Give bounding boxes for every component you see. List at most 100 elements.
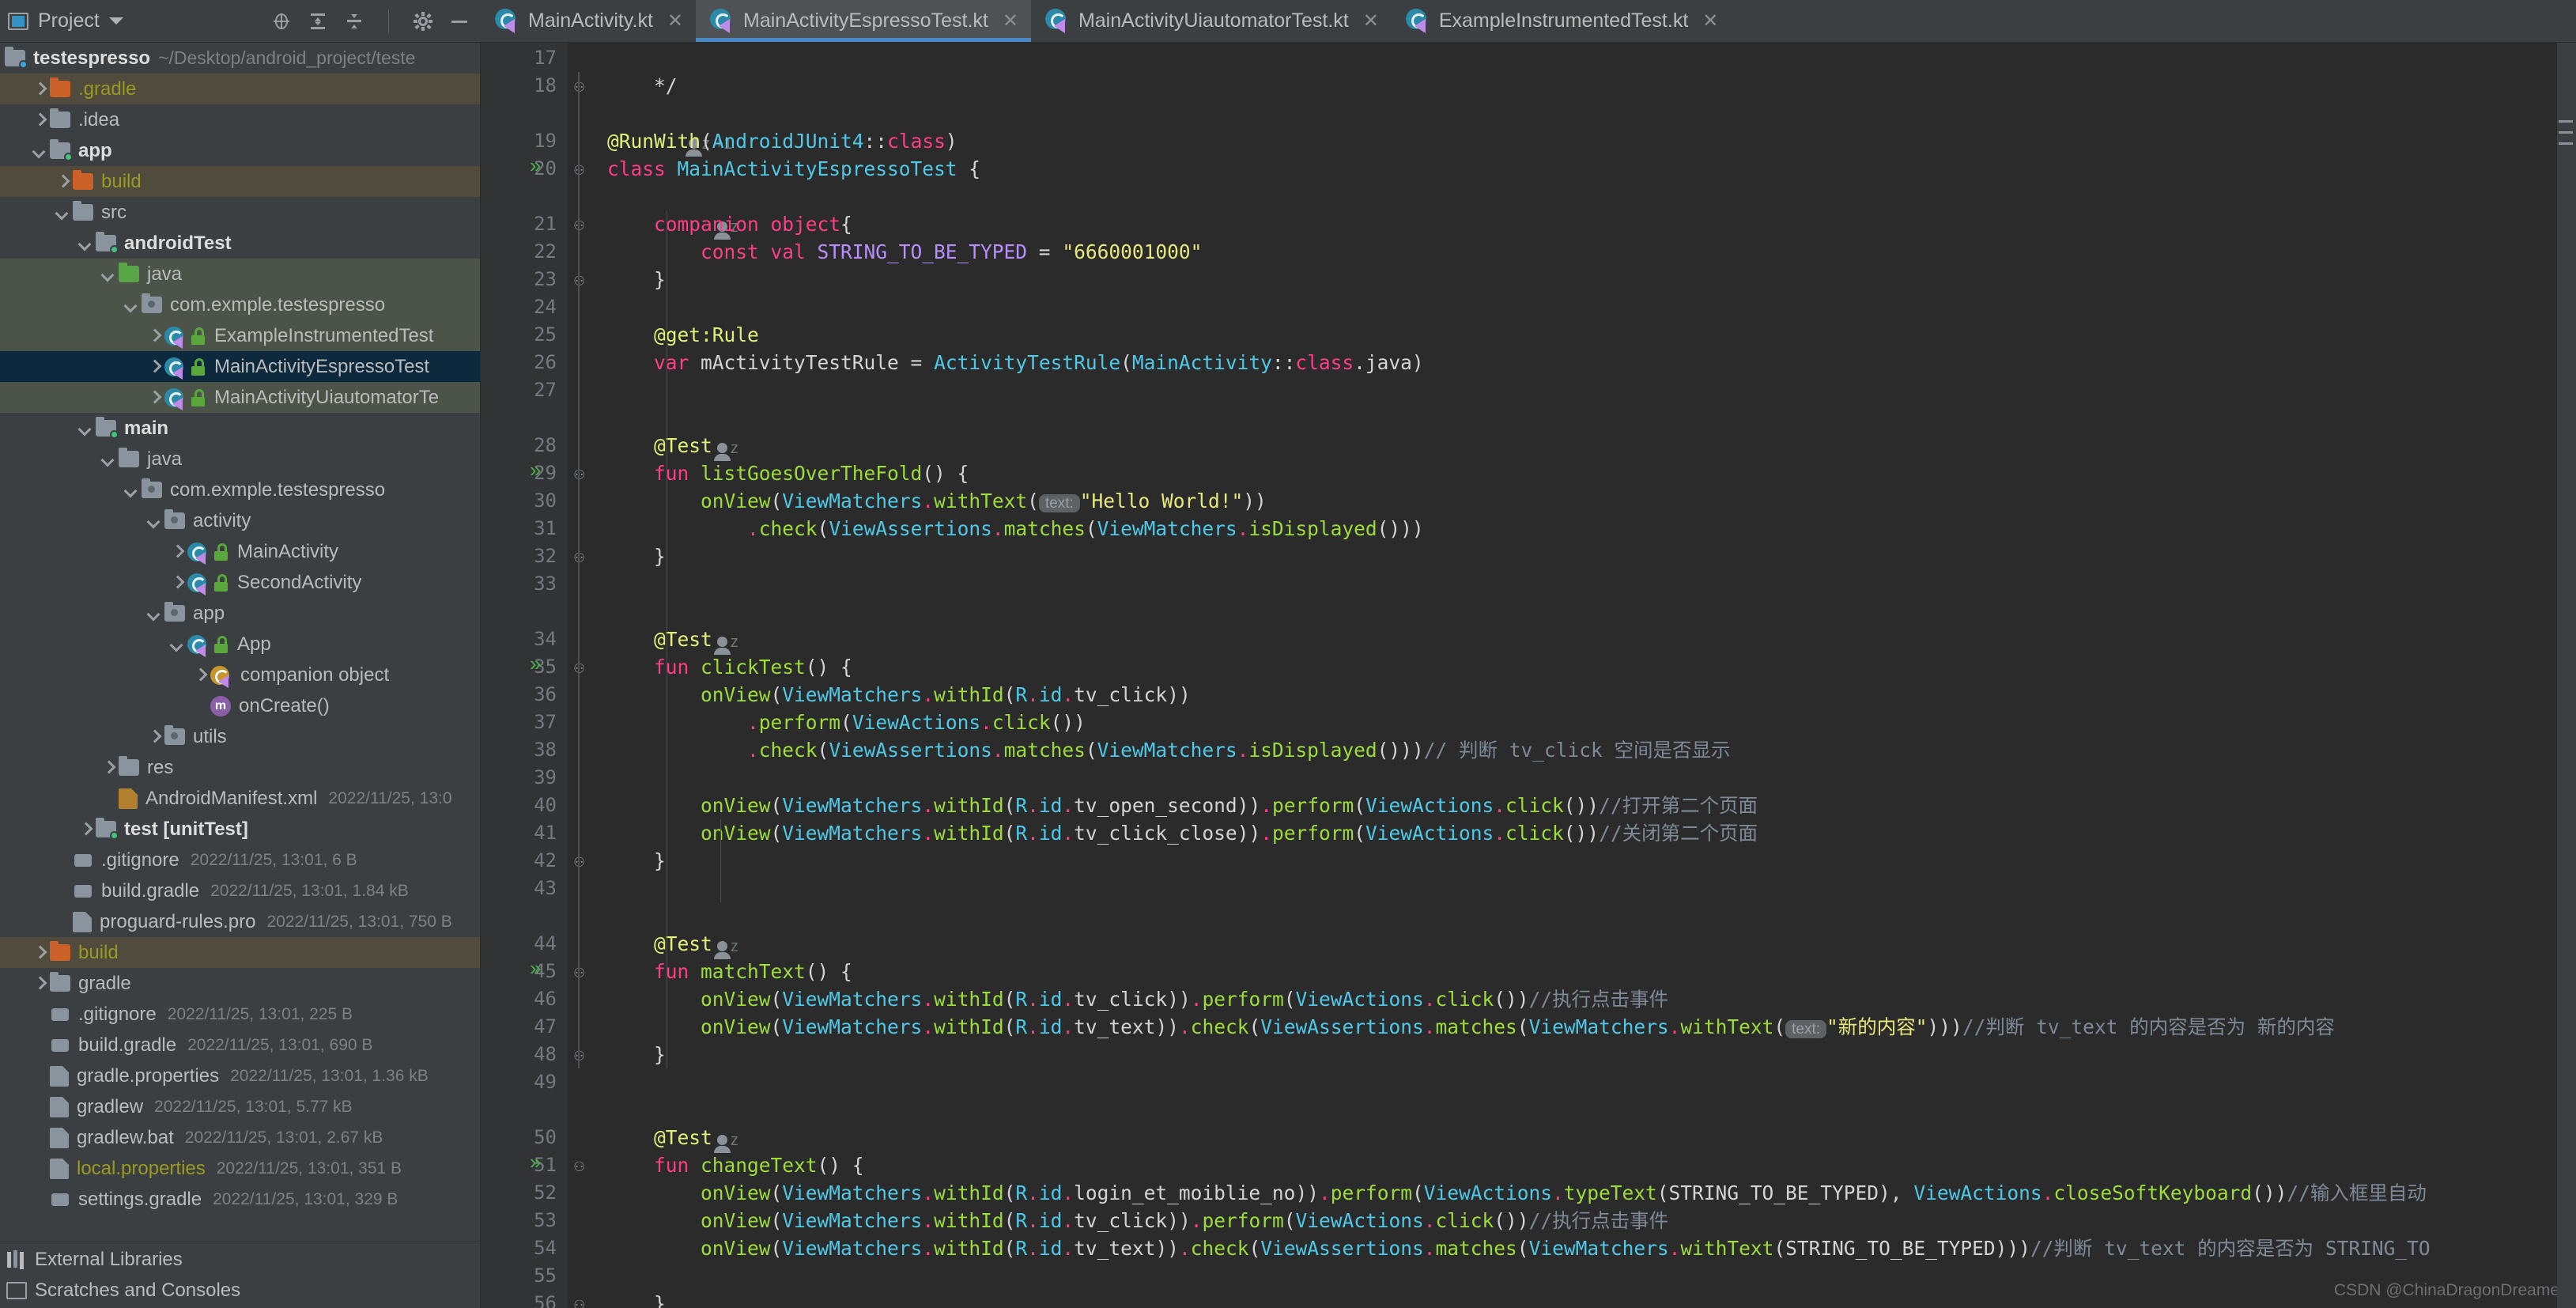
fold-marker-icon[interactable]: ⚇ — [574, 1152, 584, 1180]
collapse-arrow-icon[interactable] — [77, 420, 94, 437]
tree-item-mainactivityuiautomatorte[interactable]: MainActivityUiautomatorTe — [0, 382, 480, 413]
minimize-icon[interactable] — [449, 11, 470, 32]
close-icon[interactable]: ✕ — [667, 9, 683, 32]
tree-item-app[interactable]: app — [0, 598, 480, 629]
tree-item-java[interactable]: java — [0, 444, 480, 474]
collapse-arrow-icon[interactable] — [100, 451, 117, 468]
expand-arrow-icon[interactable] — [100, 759, 117, 777]
expand-arrow-icon[interactable] — [168, 574, 186, 592]
scratches-row[interactable]: Scratches and Consoles — [0, 1272, 480, 1308]
expand-arrow-icon[interactable] — [31, 112, 48, 129]
tree-item-mainactivity[interactable]: MainActivity — [0, 536, 480, 567]
expand-arrow-icon[interactable] — [54, 173, 71, 191]
tree-item-com-exmple-testespresso[interactable]: com.exmple.testespresso — [0, 289, 480, 320]
tree-item--idea[interactable]: .idea — [0, 104, 480, 135]
usage-hint[interactable]: z — [686, 186, 738, 240]
tree-item-build[interactable]: build — [0, 166, 480, 197]
editor-scrollbar[interactable] — [2557, 43, 2576, 1308]
collapse-arrow-icon[interactable] — [123, 297, 140, 314]
tree-item-com-exmple-testespresso[interactable]: com.exmple.testespresso — [0, 474, 480, 505]
expand-arrow-icon[interactable] — [145, 327, 163, 345]
expand-arrow-icon[interactable] — [31, 81, 48, 98]
run-test-icon[interactable]: » — [530, 652, 541, 676]
collapse-arrow-icon[interactable] — [168, 636, 186, 653]
usage-hint[interactable]: z — [686, 1099, 738, 1153]
tree-item-exampleinstrumentedtest[interactable]: ExampleInstrumentedTest — [0, 320, 480, 351]
tree-item-gradlew-bat[interactable]: gradlew.bat 2022/11/25, 13:01, 2.67 kB — [0, 1122, 480, 1153]
project-tree[interactable]: testespresso ~/Desktop/android_project/t… — [0, 43, 480, 1242]
collapse-all-icon[interactable] — [344, 11, 364, 32]
tree-item-test--unittest-[interactable]: test [unitTest] — [0, 814, 480, 845]
collapse-arrow-icon[interactable] — [100, 266, 117, 283]
tree-item-androidtest[interactable]: androidTest — [0, 228, 480, 259]
tree-item-src[interactable]: src — [0, 197, 480, 228]
tree-item-gradlew[interactable]: gradlew 2022/11/25, 13:01, 5.77 kB — [0, 1091, 480, 1122]
tree-item-gradle[interactable]: gradle — [0, 968, 480, 999]
collapse-arrow-icon[interactable] — [123, 482, 140, 499]
expand-all-icon[interactable] — [308, 11, 328, 32]
tree-item-oncreate--[interactable]: m onCreate() — [0, 690, 480, 721]
expand-arrow-icon[interactable] — [145, 358, 163, 376]
expand-arrow-icon[interactable] — [145, 389, 163, 406]
tree-item--gradle[interactable]: .gradle — [0, 74, 480, 104]
project-panel-title[interactable]: Project — [8, 9, 271, 32]
tree-item-settings-gradle[interactable]: settings.gradle 2022/11/25, 13:01, 329 B — [0, 1184, 480, 1215]
editor-gutter[interactable]: 17 18 19 20» 21 22 23 24 25 26 27 28 29» 30 31 32 33 34 35… — [481, 43, 568, 1308]
expand-arrow-icon[interactable] — [31, 975, 48, 992]
run-test-icon[interactable]: » — [530, 153, 541, 178]
close-icon[interactable]: ✕ — [1363, 9, 1379, 32]
usage-hint[interactable]: z — [686, 601, 738, 655]
collapse-arrow-icon[interactable] — [31, 142, 48, 160]
tree-item-mainactivityespressotest[interactable]: MainActivityEspressoTest — [0, 351, 480, 382]
run-test-icon[interactable]: » — [530, 458, 541, 482]
tree-item-label: java — [147, 448, 183, 470]
tree-item-build[interactable]: build — [0, 937, 480, 968]
close-icon[interactable]: ✕ — [1003, 9, 1018, 32]
external-libraries-row[interactable]: External Libraries — [6, 1249, 183, 1271]
collapse-arrow-icon[interactable] — [54, 204, 71, 221]
locate-icon[interactable] — [271, 11, 292, 32]
tree-root-row[interactable]: testespresso ~/Desktop/android_project/t… — [0, 43, 480, 74]
collapse-arrow-icon[interactable] — [145, 605, 163, 622]
editor-tab-3[interactable]: ExampleInstrumentedTest.kt ✕ — [1391, 0, 1732, 42]
chevron-down-icon[interactable] — [108, 17, 123, 25]
usage-hint[interactable]: z +1 — [658, 103, 732, 157]
code-editor[interactable]: 17 18 19 20» 21 22 23 24 25 26 27 28 29» 30 31 32 33 34 35… — [481, 43, 2576, 1308]
tree-item-activity[interactable]: activity — [0, 505, 480, 536]
tree-item-build-gradle[interactable]: build.gradle 2022/11/25, 13:01, 690 B — [0, 1030, 480, 1060]
tree-item-proguard-rules-pro[interactable]: proguard-rules.pro 2022/11/25, 13:01, 750… — [0, 906, 480, 937]
editor-tab-1[interactable]: MainActivityEspressoTest.kt ✕ — [696, 0, 1031, 42]
tree-item-secondactivity[interactable]: SecondActivity — [0, 567, 480, 598]
tree-item-java[interactable]: java — [0, 259, 480, 289]
fold-marker-icon[interactable]: ⚇ — [574, 1291, 584, 1308]
usage-hint[interactable]: z — [686, 407, 738, 461]
usage-hint[interactable]: z — [686, 905, 738, 959]
expand-arrow-icon[interactable] — [31, 944, 48, 962]
tree-item-res[interactable]: res — [0, 752, 480, 783]
tree-item--gitignore[interactable]: .gitignore 2022/11/25, 13:01, 225 B — [0, 999, 480, 1030]
tree-item-app[interactable]: App — [0, 629, 480, 660]
code-area[interactable]: ⚇ */ z +1@RunWith(AndroidJUnit4::class)⚇… — [568, 43, 2576, 1308]
expand-arrow-icon[interactable] — [77, 821, 94, 838]
tree-item-companion-object[interactable]: companion object — [0, 660, 480, 690]
run-test-icon[interactable]: » — [530, 1150, 541, 1174]
tree-item-build-gradle[interactable]: build.gradle 2022/11/25, 13:01, 1.84 kB — [0, 875, 480, 906]
expand-arrow-icon[interactable] — [145, 728, 163, 746]
close-icon[interactable]: ✕ — [1702, 9, 1718, 32]
collapse-arrow-icon[interactable] — [77, 235, 94, 252]
tree-item-androidmanifest-xml[interactable]: AndroidManifest.xml 2022/11/25, 13:0 — [0, 783, 480, 814]
run-test-icon[interactable]: » — [530, 956, 541, 981]
tree-item--gitignore[interactable]: .gitignore 2022/11/25, 13:01, 6 B — [0, 845, 480, 875]
editor-tab-0[interactable]: MainActivity.kt ✕ — [481, 0, 697, 42]
editor-tab-2[interactable]: MainActivityUiautomatorTest.kt ✕ — [1030, 0, 1392, 42]
expand-arrow-icon[interactable] — [168, 543, 186, 561]
tree-item-main[interactable]: main — [0, 413, 480, 444]
code-token: ViewActions — [852, 711, 981, 734]
tree-item-local-properties[interactable]: local.properties 2022/11/25, 13:01, 351 B — [0, 1153, 480, 1184]
expand-arrow-icon[interactable] — [191, 667, 209, 684]
tree-item-gradle-properties[interactable]: gradle.properties 2022/11/25, 13:01, 1.36… — [0, 1060, 480, 1091]
collapse-arrow-icon[interactable] — [145, 512, 163, 530]
tree-item-utils[interactable]: utils — [0, 721, 480, 752]
tree-item-app[interactable]: app — [0, 135, 480, 166]
gear-icon[interactable] — [413, 11, 433, 32]
